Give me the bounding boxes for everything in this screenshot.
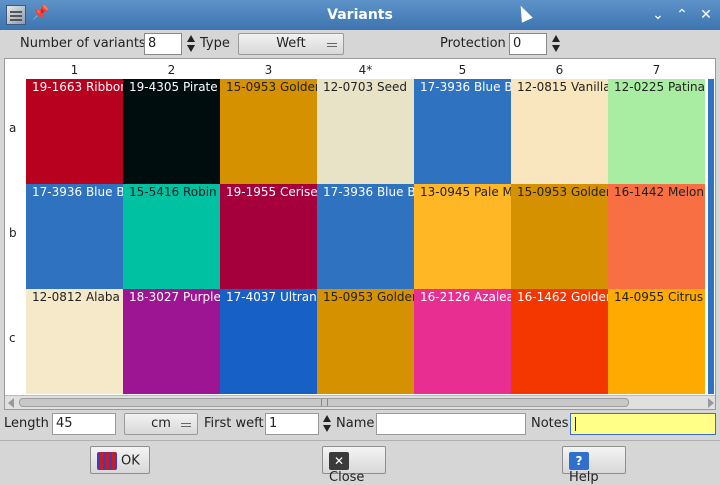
help-button[interactable]: ?Help <box>562 446 626 485</box>
type-select[interactable]: Weft <box>238 33 344 55</box>
length-input[interactable]: 45 <box>52 413 116 435</box>
column-header[interactable]: 6 <box>511 63 608 77</box>
variant-cell[interactable]: 12-0703 Seed <box>317 79 414 184</box>
dialog-buttons: OK ✕Close ?Help <box>0 440 720 485</box>
scrollbar-grip-icon <box>321 399 328 406</box>
variant-cell[interactable]: 16-1442 Melon <box>608 184 705 289</box>
variant-cell[interactable]: 17-3936 Blue B <box>317 184 414 289</box>
close-window-icon[interactable]: ✕ <box>696 5 716 25</box>
variant-cell[interactable]: 19-1663 Ribbon <box>26 79 123 184</box>
title-bar[interactable]: 📌 Variants ⌄ ⌃ ✕ <box>0 0 720 30</box>
variant-cell[interactable]: 12-0812 Alaba <box>26 289 123 394</box>
column-header[interactable]: 3 <box>220 63 317 77</box>
variant-cell[interactable]: 13-0945 Pale M <box>414 184 511 289</box>
unit-select-value: cm <box>151 416 171 431</box>
notes-label: Notes <box>531 416 569 431</box>
top-toolbar: Number of variants 8 Type Weft Protectio… <box>0 30 720 58</box>
first-weft-input[interactable]: 1 <box>265 413 319 435</box>
row-header[interactable]: b <box>9 226 17 240</box>
variant-cell[interactable]: 19-4305 Pirate <box>123 79 220 184</box>
type-label: Type <box>200 36 230 51</box>
help-icon: ? <box>569 452 589 470</box>
column-header[interactable]: 4* <box>317 63 414 77</box>
spin-down-icon[interactable] <box>552 45 560 52</box>
row-header[interactable]: a <box>9 121 16 135</box>
maximize-chevron-up-icon[interactable]: ⌃ <box>672 5 692 25</box>
weave-icon <box>97 452 117 470</box>
variant-cell[interactable]: 16-2126 Azalea <box>414 289 511 394</box>
window-title: Variants <box>327 7 393 23</box>
notes-input[interactable] <box>570 413 716 435</box>
protection-spinner[interactable] <box>551 33 561 55</box>
partial-next-column <box>708 79 714 394</box>
scroll-left-icon[interactable] <box>8 398 14 408</box>
first-weft-label: First weft <box>204 416 264 431</box>
variant-cell[interactable]: 17-4037 Ultran <box>220 289 317 394</box>
variant-cell[interactable]: 15-0953 Golden <box>511 184 608 289</box>
variant-cell[interactable]: 16-1462 Golden <box>511 289 608 394</box>
close-button-label: Close <box>329 470 365 485</box>
variant-cell[interactable]: 15-0953 Golden <box>317 289 414 394</box>
ok-button-label: OK <box>121 453 140 469</box>
spin-down-icon[interactable] <box>323 425 331 432</box>
column-header[interactable]: 2 <box>123 63 220 77</box>
close-circle-icon: ✕ <box>329 452 349 470</box>
name-input[interactable] <box>376 413 526 435</box>
unit-select[interactable]: cm <box>124 413 198 435</box>
protection-input[interactable]: 0 <box>509 33 547 55</box>
type-select-value: Weft <box>276 36 306 51</box>
close-button[interactable]: ✕Close <box>322 446 386 485</box>
dropdown-arrow-icon <box>327 43 337 47</box>
spin-up-icon[interactable] <box>323 415 331 422</box>
bottom-fields: Length 45 cm First weft 1 Name Notes <box>0 410 720 438</box>
number-of-variants-input[interactable]: 8 <box>144 33 182 55</box>
variant-cell[interactable]: 19-1955 Cerise <box>220 184 317 289</box>
length-label: Length <box>4 416 49 431</box>
horizontal-scrollbar[interactable] <box>5 395 715 409</box>
variants-grid[interactable]: 1 2 3 4* 5 6 7 a b c 19-1663 Ribbon 19-4305 Pirat… <box>4 58 716 410</box>
variant-cell[interactable]: 12-0815 Vanilla <box>511 79 608 184</box>
number-of-variants-spinner[interactable] <box>186 33 196 55</box>
spin-down-icon[interactable] <box>187 45 195 52</box>
variant-cell[interactable]: 17-3936 Blue B <box>414 79 511 184</box>
scroll-right-icon[interactable] <box>708 398 714 408</box>
help-button-label: Help <box>569 470 599 485</box>
variant-cell[interactable]: 14-0955 Citrus <box>608 289 705 394</box>
variant-cell[interactable]: 17-3936 Blue B <box>26 184 123 289</box>
column-header[interactable]: 5 <box>414 63 511 77</box>
variant-cell[interactable]: 18-3027 Purple <box>123 289 220 394</box>
variant-cell[interactable]: 15-5416 Robin <box>123 184 220 289</box>
variant-cell[interactable]: 12-0225 Patina <box>608 79 705 184</box>
variant-cell[interactable]: 15-0953 Golden <box>220 79 317 184</box>
spin-up-icon[interactable] <box>187 35 195 42</box>
number-of-variants-label: Number of variants <box>20 36 146 51</box>
ok-button[interactable]: OK <box>90 446 150 474</box>
spin-up-icon[interactable] <box>552 35 560 42</box>
text-caret <box>575 417 576 431</box>
column-header[interactable]: 7 <box>608 63 705 77</box>
row-header[interactable]: c <box>9 331 16 345</box>
protection-label: Protection <box>440 36 506 51</box>
dropdown-arrow-icon <box>181 423 191 427</box>
first-weft-spinner[interactable] <box>322 413 332 435</box>
window-menu-chevron-down-icon[interactable]: ⌄ <box>648 5 668 25</box>
name-label: Name <box>336 416 375 431</box>
column-header[interactable]: 1 <box>26 63 123 77</box>
